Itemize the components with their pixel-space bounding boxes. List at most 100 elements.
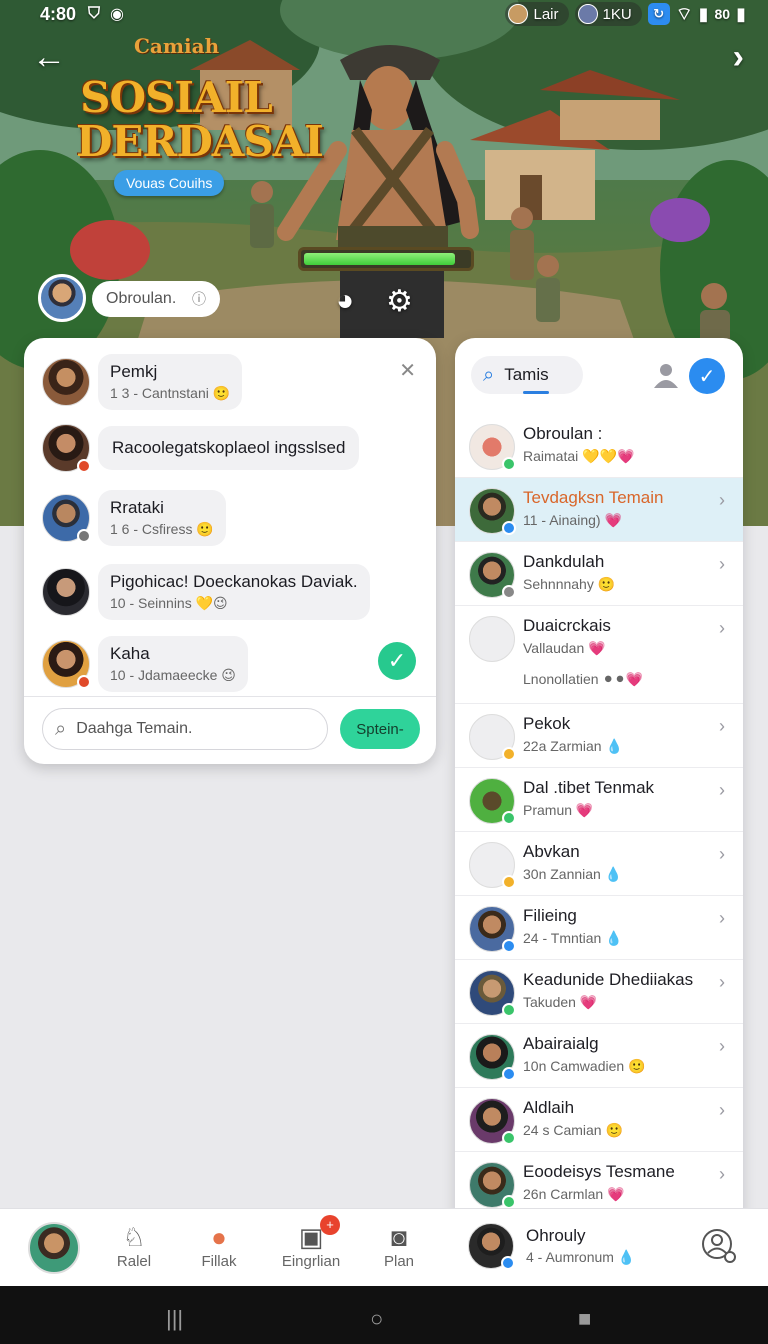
tab-indicator: [523, 391, 549, 394]
avatar: [42, 568, 90, 616]
status-dot: [502, 875, 516, 889]
chat-message[interactable]: Rrataki 1 6 - Csfiress 🙂: [42, 490, 226, 546]
nav-item-eingrlian[interactable]: ▣ + Eingrlian: [266, 1215, 356, 1270]
palette-icon[interactable]: ◕: [336, 284, 354, 318]
mini-avatar: [577, 4, 598, 24]
online-dot: [502, 521, 516, 535]
back-arrow-icon[interactable]: ←: [32, 38, 66, 77]
friend-row-active[interactable]: Tevdagksn Temain 11 - Ainaing) 💗 ›: [455, 478, 743, 542]
avatar: [469, 714, 516, 761]
check-icon[interactable]: ✓: [378, 642, 416, 680]
avatar: [469, 488, 516, 535]
clock: 4:80: [40, 3, 77, 24]
chat-message[interactable]: Pemkj 1 3 - Cantnstani 🙂: [42, 354, 243, 410]
chat-message[interactable]: Racoolegatskoplaeol ingsslsed: [42, 424, 360, 473]
signal-icon: ▮: [698, 3, 709, 24]
tab-search[interactable]: ⌕ Tamis: [471, 356, 583, 394]
online-dot: [502, 939, 516, 953]
nav-item-plan[interactable]: ◙ Plan: [354, 1221, 444, 1270]
health-bar-fill: [304, 253, 455, 265]
friend-row[interactable]: Aldlaih 24 s Camian 🙂 ›: [455, 1088, 743, 1152]
person-icon[interactable]: [651, 360, 681, 390]
health-bar: [298, 247, 474, 271]
avatar: [469, 552, 516, 599]
avatar: [469, 778, 516, 825]
chevron-right-icon: ›: [719, 1100, 725, 1120]
friend-row[interactable]: Dal .tibet Tenmak Pramun 💗 ›: [455, 768, 743, 832]
battery-icon: ▮: [736, 3, 746, 24]
avatar: [469, 1034, 516, 1081]
friend-row[interactable]: Abvkan 30n Zannian 💧 ›: [455, 832, 743, 896]
search-icon: ⌕: [55, 717, 67, 740]
friend-row[interactable]: Dankdulah Sehnnnahy 🙂 ›: [455, 542, 743, 606]
wifi-icon: ⌔: [675, 3, 693, 24]
chat-search-input[interactable]: ⌕ Daahga Temain.: [42, 708, 328, 750]
status-chip-lair: Lair: [505, 2, 569, 26]
friend-row[interactable]: Abairaialg 10n Camwadien 🙂 ›: [455, 1024, 743, 1088]
friend-row[interactable]: Pekok 22a Zarmian 💧 ›: [455, 704, 743, 768]
forward-chevron-icon[interactable]: ›: [733, 38, 744, 77]
chevron-right-icon: ›: [719, 844, 725, 864]
bottom-navigation: ♘ Ralel ● Fillak ▣ + Eingrlian ◙ Plan Oh…: [0, 1208, 768, 1286]
game-title: SOSIAIL DERDASAI: [76, 73, 324, 166]
sync-icon: ↻: [647, 3, 670, 25]
profile-name-pill[interactable]: Obroulan. ⓘ: [92, 281, 220, 317]
eye-icon: ◉: [110, 6, 125, 23]
send-button[interactable]: Sptein-: [340, 709, 420, 749]
chevron-right-icon: ›: [719, 972, 725, 992]
friends-panel: ⌕ Tamis ✓ Obroulan : Raimatai 💛💛💗 Tevdagk…: [455, 338, 743, 1218]
chevron-right-icon: ›: [719, 618, 725, 638]
chat-message[interactable]: Kaha 10 - Jdamaeecke 😉: [42, 636, 248, 692]
online-dot: [502, 1195, 516, 1209]
status-dot: [77, 529, 91, 543]
friend-row[interactable]: Duaicrckais Vallaudan 💗 Lnonollatien ⚫⚫💗 ›: [455, 606, 743, 704]
online-dot: [502, 811, 516, 825]
friend-row[interactable]: Keadunide Dhediiakas Takuden 💗 ›: [455, 960, 743, 1024]
status-chip-1ku: 1KU: [574, 2, 642, 26]
shield-icon: ⛉: [88, 5, 101, 22]
status-dot: [502, 747, 516, 761]
my-avatar-button[interactable]: [28, 1222, 80, 1274]
settings-gear-icon[interactable]: ⚙: [386, 284, 413, 319]
avatar: [469, 424, 516, 471]
profile-avatar[interactable]: [38, 274, 86, 322]
avatar: [469, 1098, 516, 1145]
chevron-right-icon: ›: [719, 490, 725, 510]
back-square-icon[interactable]: ■: [578, 1306, 591, 1332]
chevron-right-icon: ›: [719, 908, 725, 928]
inbox-icon: ▣: [298, 1222, 324, 1252]
avatar: [42, 640, 91, 689]
search-icon: ⌕: [483, 363, 495, 386]
online-dot: [502, 457, 516, 471]
chat-panel: ✕ Pemkj 1 3 - Cantnstani 🙂 Racoolegatsko…: [24, 338, 436, 764]
friend-row[interactable]: Obroulan : Raimatai 💛💛💗: [455, 414, 743, 478]
online-dot: [502, 1131, 516, 1145]
nav-item-ralel[interactable]: ♘ Ralel: [89, 1221, 179, 1270]
chevron-right-icon: ›: [719, 716, 725, 736]
friend-row[interactable]: Filieing 24 - Tmntian 💧 ›: [455, 896, 743, 960]
avatar: [469, 616, 515, 662]
battery-level: 80: [714, 6, 731, 22]
status-bar: 4:80 ⛉ ◉ Lair 1KU ↻ ⌔ ▮ 80 ▮: [0, 0, 768, 28]
nav-item-fillak[interactable]: ● Fillak: [174, 1221, 264, 1270]
online-dot: [501, 1256, 515, 1270]
avatar: [42, 424, 91, 473]
close-icon[interactable]: ✕: [399, 358, 416, 383]
game-tag-button[interactable]: Vouas Couihs: [114, 170, 225, 196]
info-icon: ⓘ: [192, 291, 206, 307]
bell-icon: ♘: [122, 1222, 146, 1252]
check-icon[interactable]: ✓: [689, 358, 725, 394]
nav-friend-card[interactable]: Ohrouly 4 - Aumronum 💧: [468, 1223, 635, 1270]
profile-settings-icon[interactable]: [700, 1227, 738, 1265]
avatar: [469, 906, 516, 953]
chat-message[interactable]: Pigohicac! Doeckanokas Daviak. 10 - Sein…: [42, 564, 370, 620]
system-navigation-bar: ||| ○ ■: [0, 1286, 768, 1344]
chevron-right-icon: ›: [719, 1036, 725, 1056]
divider: [24, 696, 436, 697]
chevron-right-icon: ›: [719, 1164, 725, 1184]
recents-icon[interactable]: |||: [166, 1306, 183, 1332]
avatar: [468, 1223, 515, 1270]
online-dot: [502, 1003, 516, 1017]
home-icon[interactable]: ○: [370, 1306, 383, 1332]
avatar: [469, 842, 516, 889]
